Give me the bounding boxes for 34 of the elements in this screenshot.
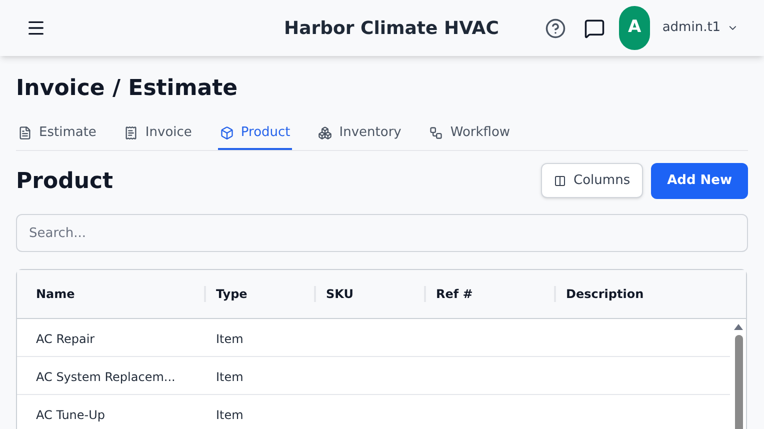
scroll-thumb[interactable]: [734, 335, 742, 429]
columns-icon: [554, 174, 566, 186]
boxes-icon: [318, 126, 332, 140]
tab[interactable]: Estimate: [16, 118, 98, 150]
table-cell: Item: [216, 408, 244, 422]
add-new-button[interactable]: Add New: [651, 163, 748, 199]
tab[interactable]: Product: [218, 118, 292, 150]
box-icon: [220, 126, 234, 140]
tab[interactable]: Invoice: [122, 118, 194, 150]
receipt-icon: [124, 126, 138, 140]
table-cell: AC Tune-Up: [36, 408, 106, 422]
table-cell: Item: [216, 370, 244, 384]
column-header[interactable]: Ref #: [436, 285, 473, 303]
column-header[interactable]: SKU: [326, 285, 354, 303]
section-title: Product: [16, 168, 114, 196]
user-menu[interactable]: admin.t1: [662, 18, 721, 38]
column-header[interactable]: Name: [36, 285, 75, 303]
column-header[interactable]: Type: [216, 285, 248, 303]
scroll-up-icon[interactable]: [734, 324, 743, 330]
tab[interactable]: Workflow: [427, 118, 512, 150]
columns-button[interactable]: Columns: [540, 163, 644, 198]
app-title: Harbor Climate HVAC: [284, 16, 499, 40]
page-title: Invoice / Estimate: [16, 75, 239, 103]
user-avatar[interactable]: A: [618, 6, 650, 50]
search-field[interactable]: Search...: [16, 214, 748, 252]
table-cell: AC Repair: [36, 332, 95, 346]
tab[interactable]: Inventory: [316, 118, 404, 150]
workflow-icon: [429, 126, 444, 140]
chat-icon[interactable]: [584, 18, 605, 38]
table-cell: AC System Replacem...: [36, 370, 176, 384]
column-header[interactable]: Description: [566, 285, 644, 303]
document-icon: [18, 126, 32, 140]
table-cell: Item: [216, 332, 244, 346]
help-icon[interactable]: [544, 18, 566, 38]
